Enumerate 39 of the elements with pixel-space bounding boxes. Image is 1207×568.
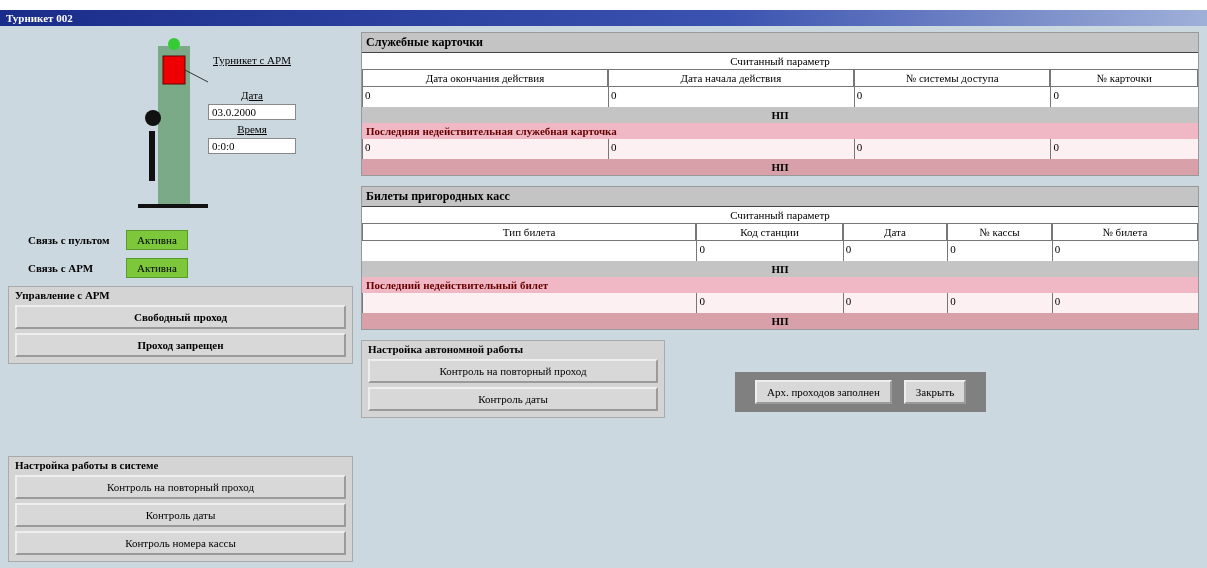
column-header: № кассы [947, 223, 1052, 241]
setting-button[interactable]: Контроль на повторный проход [368, 359, 658, 383]
table-header: Считанный параметр [362, 206, 1198, 223]
close-button[interactable]: Закрыть [903, 380, 967, 404]
status-text: НП [362, 313, 1198, 329]
table-header: Считанный параметр [362, 52, 1198, 69]
column-header: Дата окончания действия [362, 69, 608, 87]
link-label: Связь с пультом [28, 234, 111, 246]
group-title: Управление с АРМ [15, 289, 111, 301]
setting-button[interactable]: Контроль даты [368, 387, 658, 411]
section-title: Служебные карточки [365, 34, 484, 51]
setting-button[interactable]: Контроль номера кассы [15, 531, 346, 555]
archive-status-button[interactable]: Арх. проходов заполнен [755, 380, 892, 404]
link-label: Связь с АРМ [28, 262, 95, 274]
status-text: НП [362, 159, 1198, 175]
column-header: Код станции [696, 223, 843, 241]
turnstile-link[interactable]: Турникет с АРМ [213, 54, 291, 66]
column-header: Дата начала действия [607, 69, 854, 87]
date-field[interactable]: 03.0.2000 [208, 104, 296, 120]
column-header: № системы доступа [853, 69, 1051, 87]
time-label: Время [237, 123, 267, 135]
setting-button[interactable]: Контроль даты [15, 503, 346, 527]
invalid-title: Последняя недействительная служебная карточка [362, 123, 1198, 139]
group-title: Настройка автономной работы [368, 343, 525, 355]
column-header: Дата [842, 223, 948, 241]
time-field[interactable]: 0:0:0 [208, 138, 296, 154]
column-header: Тип билета [362, 223, 697, 241]
control-button[interactable]: Проход запрещен [15, 333, 346, 357]
window-title: Турникет 002 [0, 10, 1207, 26]
control-button[interactable]: Свободный проход [15, 305, 346, 329]
setting-button[interactable]: Контроль на повторный проход [15, 475, 346, 499]
date-label: Дата [241, 89, 263, 101]
invalid-title: Последний недействительный билет [362, 277, 1198, 293]
group-title: Настройка работы в системе [15, 459, 160, 471]
column-header: № билета [1051, 223, 1198, 241]
link-indicator: Активна [126, 258, 188, 278]
section-title: Билеты пригородных касс [365, 188, 511, 205]
link-indicator: Активна [126, 230, 188, 250]
column-header: № карточки [1050, 69, 1198, 87]
